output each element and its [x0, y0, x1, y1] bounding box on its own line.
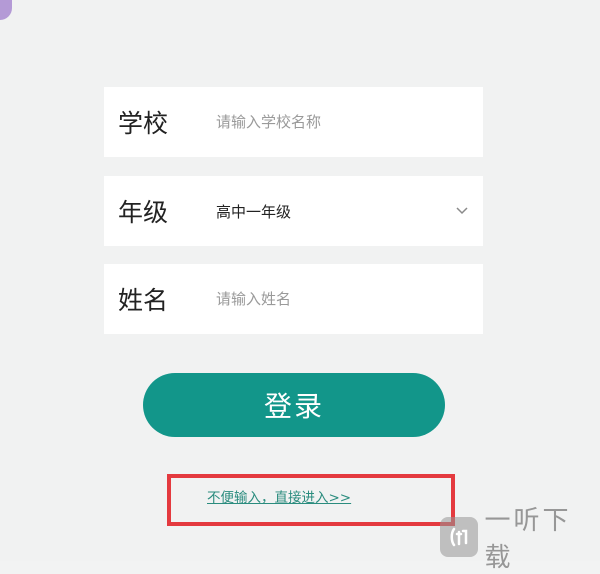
name-row: 姓名: [104, 264, 483, 334]
grade-selected-value: 高中一年级: [216, 202, 292, 221]
login-panel: 学校 年级 高中一年级 姓名 登录 不便输入，直接进入>> 一听下载: [0, 0, 600, 573]
corner-decoration: [0, 0, 12, 20]
login-button[interactable]: 登录: [143, 373, 445, 437]
school-label: 学校: [118, 109, 169, 138]
grade-select[interactable]: 年级 高中一年级: [104, 176, 483, 246]
chevron-down-icon[interactable]: [455, 204, 469, 218]
watermark-text: 一听下载: [484, 506, 572, 573]
name-input[interactable]: [216, 279, 483, 319]
school-input[interactable]: [216, 102, 483, 142]
skip-login-link[interactable]: 不便输入，直接进入>>: [207, 486, 351, 506]
grade-label: 年级: [118, 198, 169, 227]
school-row: 学校: [104, 87, 483, 157]
watermark-logo-icon: [440, 517, 479, 557]
name-label: 姓名: [118, 286, 169, 315]
watermark: 一听下载: [440, 506, 596, 573]
